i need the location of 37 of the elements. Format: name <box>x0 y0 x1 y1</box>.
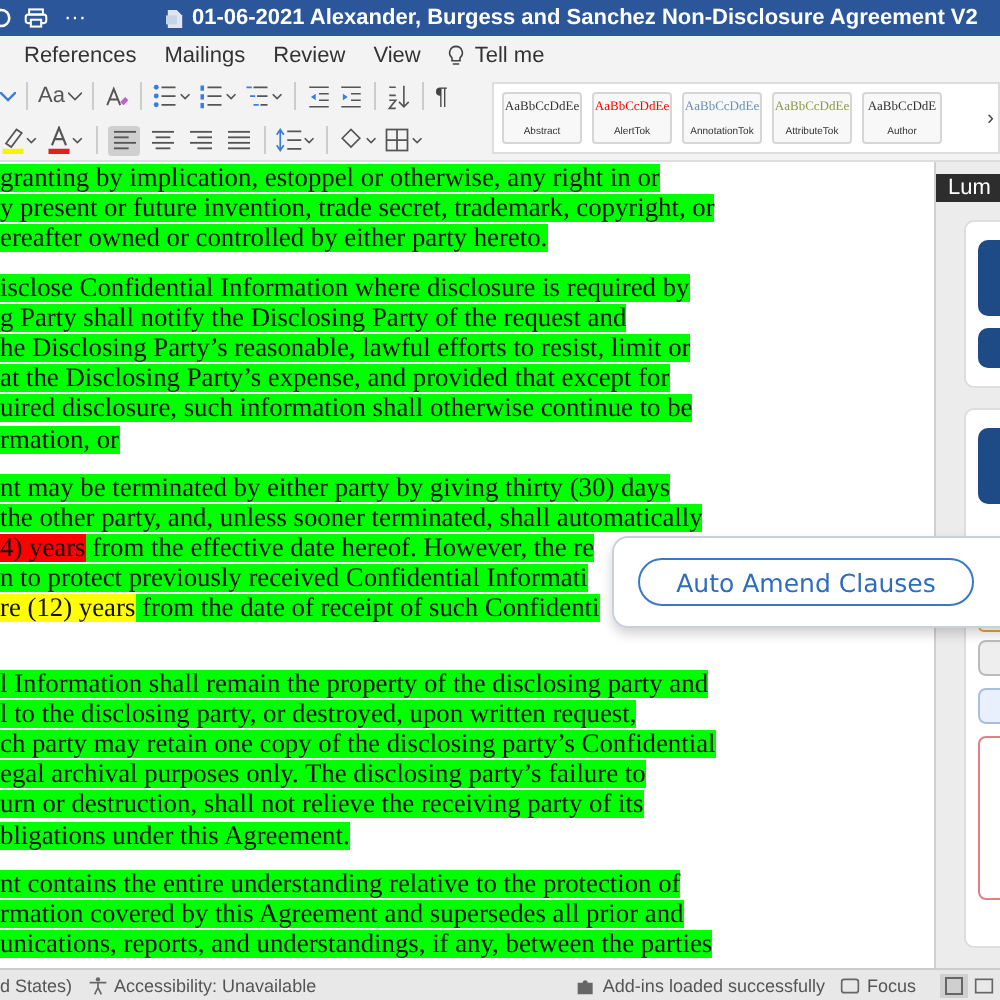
pane-header: Lum <box>936 174 1000 202</box>
menu-tab[interactable]: References <box>24 44 137 68</box>
document-text: at the Disclosing Party’s expense, and provided that except for <box>0 364 670 393</box>
document-text: granting by implication, estoppel or otherwise, any right in or <box>0 164 660 192</box>
focus-button[interactable]: Focus <box>866 975 916 995</box>
show-formatting-button[interactable]: ¶ <box>434 82 448 110</box>
document-text: re (12) years <box>0 594 136 623</box>
menu-tab[interactable]: Mailings <box>164 44 246 68</box>
document-text: egal archival purposes only. The disclosing party’s failure to <box>0 760 646 789</box>
document-text: rmation, or <box>0 425 119 453</box>
document-text: ereafter owned or controlled by either party hereto. <box>0 224 548 253</box>
document-text: l to the disclosing party, or destroyed, upon written request, <box>0 699 637 728</box>
document-text: from the date of receipt of such Confidenti <box>135 594 600 623</box>
document-text: nt may be terminated by either party by giving thirty (30) days <box>0 473 671 502</box>
document-text: isclose Confidential Information where disclosure is required by <box>0 273 690 302</box>
tell-me-field[interactable]: Tell me <box>474 44 545 68</box>
document-text: n to protect previously received Confidential Informati <box>0 564 588 593</box>
auto-amend-button[interactable]: Auto Amend Clauses <box>638 558 974 606</box>
window-title: 01-06-2021 Alexander, Burgess and Sanchez Non-Disclosure Agreement V2 <box>192 6 978 30</box>
document-text: 4) years <box>0 534 86 563</box>
accessibility-status[interactable]: Accessibility: Unavailable <box>114 975 317 995</box>
menu-tab[interactable]: View <box>373 44 421 68</box>
document-text: g Party shall notify the Disclosing Party of the request and <box>0 303 627 332</box>
document-text: rmation covered by this Agreement and supersedes all prior and <box>0 899 684 928</box>
language-status[interactable]: d States) <box>0 975 73 995</box>
change-case-button[interactable]: Aa <box>38 84 83 108</box>
document-text: from the effective date hereof. However, the re <box>85 534 595 563</box>
document-text: uired disclosure, such information shall otherwise continue to be <box>0 394 693 423</box>
document-text: l Information shall remain the property of the disclosing party and <box>0 669 709 698</box>
more-button[interactable]: ··· <box>64 6 86 30</box>
document-text: unications, reports, and understandings, if any, between the parties <box>0 930 713 959</box>
document-text: urn or destruction, shall not relieve the receiving party of its <box>0 790 644 819</box>
gallery-next-button[interactable]: › <box>987 107 994 129</box>
menu-tab[interactable]: Review <box>273 44 346 68</box>
document-text: bligations under this Agreement. <box>0 821 350 850</box>
document-text: ch party may retain one copy of the disclosing party’s Confidential <box>0 730 716 758</box>
add-ins-status: Add-ins loaded successfully <box>602 975 825 995</box>
